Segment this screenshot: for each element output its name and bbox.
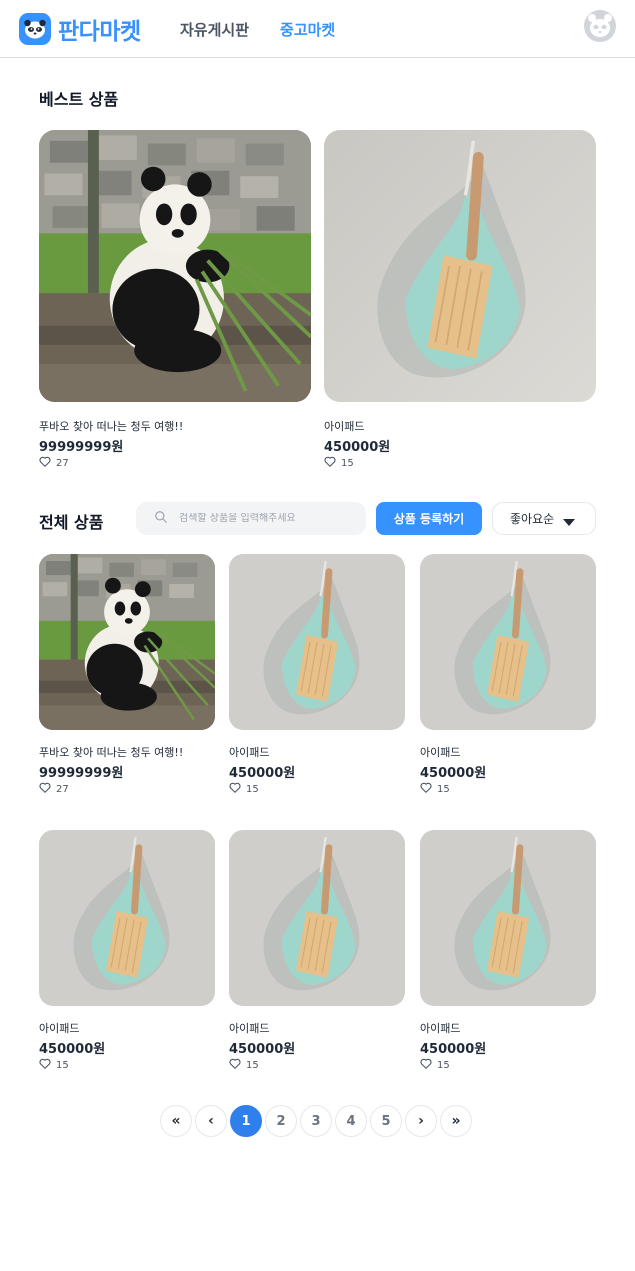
likes-count: 15 [437, 1059, 450, 1071]
page-button-1[interactable]: 1 [230, 1105, 262, 1137]
nav-free-board[interactable]: 자유게시판 [180, 19, 249, 40]
nav-used-market[interactable]: 중고마켓 [280, 19, 335, 40]
product-image-panda [39, 554, 215, 730]
product-likes: 15 [324, 456, 354, 470]
product-name: 아이패드 [39, 1022, 80, 1035]
search-box[interactable] [136, 502, 366, 535]
product-card[interactable]: 아이패드 450000원 15 [420, 554, 596, 799]
product-image-dustpan [324, 130, 596, 402]
heart-icon[interactable] [420, 782, 432, 796]
likes-count: 15 [437, 783, 450, 795]
likes-count: 15 [246, 1059, 259, 1071]
page-button-3[interactable]: 3 [300, 1105, 332, 1137]
product-name: 아이패드 [420, 1022, 461, 1035]
page-button-5[interactable]: 5 [370, 1105, 402, 1137]
product-card[interactable]: 아이패드 450000원 15 [229, 554, 405, 799]
caret-down-icon [563, 516, 575, 530]
product-price: 99999999원 [39, 766, 124, 781]
heart-icon[interactable] [229, 782, 241, 796]
main-nav: 자유게시판 중고마켓 [180, 19, 335, 40]
heart-icon[interactable] [39, 782, 51, 796]
product-name: 푸바오 찾아 떠나는 청두 여행!! [39, 420, 184, 433]
all-products-title: 전체 상품 [39, 513, 104, 532]
likes-count: 27 [56, 457, 69, 469]
product-image-dustpan [39, 830, 215, 1006]
product-likes: 27 [39, 456, 69, 470]
product-name: 아이패드 [324, 420, 365, 433]
product-card[interactable]: 푸바오 찾아 떠나는 청두 여행!! 99999999원 27 [39, 554, 215, 799]
heart-icon[interactable] [324, 456, 336, 470]
page-button-4[interactable]: 4 [335, 1105, 367, 1137]
product-name: 푸바오 찾아 떠나는 청두 여행!! [39, 746, 184, 759]
logo-text: 판다마켓 [58, 19, 141, 45]
default-avatar-icon[interactable] [584, 10, 616, 42]
likes-count: 27 [56, 783, 69, 795]
last-page-button[interactable]: » [440, 1105, 472, 1137]
product-price: 450000원 [324, 440, 391, 455]
product-price: 450000원 [39, 1042, 106, 1057]
product-likes: 15 [420, 782, 450, 796]
product-price: 99999999원 [39, 440, 124, 455]
product-image-dustpan [420, 554, 596, 730]
product-image-dustpan [229, 830, 405, 1006]
first-page-button[interactable]: « [160, 1105, 192, 1137]
likes-count: 15 [246, 783, 259, 795]
top-header: 판다마켓 자유게시판 중고마켓 [0, 0, 635, 58]
product-likes: 27 [39, 782, 69, 796]
heart-icon[interactable] [39, 1058, 51, 1072]
product-price: 450000원 [420, 1042, 487, 1057]
page-button-2[interactable]: 2 [265, 1105, 297, 1137]
pagination: « ‹ 1 2 3 4 5 › » [160, 1105, 472, 1137]
product-name: 아이패드 [229, 1022, 270, 1035]
product-likes: 15 [229, 782, 259, 796]
product-image-panda [39, 130, 311, 402]
heart-icon[interactable] [39, 456, 51, 470]
product-card[interactable]: 아이패드 450000원 15 [39, 830, 215, 1075]
likes-count: 15 [56, 1059, 69, 1071]
product-price: 450000원 [229, 1042, 296, 1057]
product-likes: 15 [420, 1058, 450, 1072]
product-name: 아이패드 [229, 746, 270, 759]
search-input[interactable] [179, 513, 359, 524]
prev-page-button[interactable]: ‹ [195, 1105, 227, 1137]
best-product-card[interactable]: 아이패드 450000원 15 [324, 130, 596, 470]
product-likes: 15 [39, 1058, 69, 1072]
product-card[interactable]: 아이패드 450000원 15 [420, 830, 596, 1075]
best-products-title: 베스트 상품 [39, 90, 119, 109]
likes-count: 15 [341, 457, 354, 469]
best-product-card[interactable]: 푸바오 찾아 떠나는 청두 여행!! 99999999원 27 [39, 130, 311, 470]
register-product-button[interactable]: 상품 등록하기 [376, 502, 482, 535]
search-icon [154, 509, 168, 528]
sort-dropdown[interactable]: 좋아요순 [492, 502, 596, 535]
product-likes: 15 [229, 1058, 259, 1072]
panda-logo-icon [19, 13, 51, 45]
heart-icon[interactable] [420, 1058, 432, 1072]
next-page-button[interactable]: › [405, 1105, 437, 1137]
product-image-dustpan [420, 830, 596, 1006]
product-price: 450000원 [420, 766, 487, 781]
sort-label: 좋아요순 [510, 512, 555, 526]
product-name: 아이패드 [420, 746, 461, 759]
product-card[interactable]: 아이패드 450000원 15 [229, 830, 405, 1075]
product-image-dustpan [229, 554, 405, 730]
product-price: 450000원 [229, 766, 296, 781]
logo[interactable]: 판다마켓 [19, 12, 141, 46]
heart-icon[interactable] [229, 1058, 241, 1072]
